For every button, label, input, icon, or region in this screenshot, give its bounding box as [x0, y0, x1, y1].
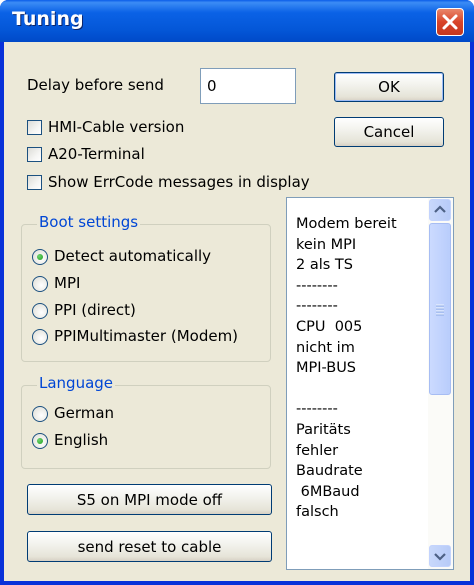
list-item[interactable]: 2 als TS	[296, 255, 428, 276]
boot-ppimultimaster-label: PPIMultimaster (Modem)	[54, 327, 239, 345]
close-button[interactable]	[436, 8, 464, 36]
send-reset-button[interactable]: send reset to cable	[27, 531, 272, 562]
language-group	[21, 385, 271, 469]
scroll-down-icon	[434, 553, 446, 561]
dialog-body: Delay before send OK Cancel HMI-Cable ve…	[4, 42, 470, 581]
language-english-radio[interactable]	[32, 433, 48, 449]
boot-detect-radio[interactable]	[32, 249, 48, 265]
boot-ppi-radio[interactable]	[32, 303, 48, 319]
scroll-down-button[interactable]	[429, 545, 451, 567]
boot-ppi-label: PPI (direct)	[54, 301, 136, 319]
list-item[interactable]: Modem bereit	[296, 214, 428, 235]
ok-button[interactable]: OK	[334, 72, 444, 102]
messages-list: Modem bereit kein MPI 2 als TS -------- ----…	[296, 214, 428, 523]
list-item[interactable]: --------	[296, 296, 428, 317]
language-english-label: English	[54, 431, 109, 449]
show-errcode-label: Show ErrCode messages in display	[48, 173, 310, 191]
hmi-cable-checkbox[interactable]	[27, 120, 42, 135]
scroll-up-button[interactable]	[429, 199, 451, 221]
list-item[interactable]: kein MPI	[296, 235, 428, 256]
radio-selected-dot	[37, 438, 43, 444]
language-german-radio[interactable]	[32, 406, 48, 422]
radio-selected-dot	[37, 254, 43, 260]
a20-terminal-checkbox[interactable]	[27, 147, 42, 162]
scroll-up-icon	[434, 205, 446, 213]
language-title: Language	[37, 374, 116, 392]
list-item[interactable]: Baudrate	[296, 461, 428, 482]
cancel-button[interactable]: Cancel	[334, 117, 444, 147]
delay-label: Delay before send	[27, 76, 164, 94]
window-title: Tuning	[12, 8, 84, 30]
title-bar[interactable]: Tuning	[0, 0, 474, 42]
list-item[interactable]: nicht im	[296, 338, 428, 359]
s5-mpi-mode-button[interactable]: S5 on MPI mode off	[27, 484, 272, 515]
list-item[interactable]: --------	[296, 399, 428, 420]
list-item[interactable]: fehler	[296, 441, 428, 462]
messages-listbox[interactable]: Modem bereit kein MPI 2 als TS -------- ----…	[286, 197, 454, 570]
boot-detect-label: Detect automatically	[54, 247, 212, 265]
list-item[interactable]	[296, 379, 428, 400]
language-german-label: German	[54, 404, 115, 422]
boot-mpi-radio[interactable]	[32, 276, 48, 292]
hmi-cable-label: HMI-Cable version	[48, 118, 185, 136]
show-errcode-checkbox[interactable]	[27, 175, 42, 190]
boot-ppimultimaster-radio[interactable]	[32, 329, 48, 345]
scroll-grip-icon	[436, 304, 444, 316]
list-item[interactable]: MPI-BUS	[296, 358, 428, 379]
scroll-thumb[interactable]	[429, 223, 451, 395]
boot-settings-title: Boot settings	[37, 213, 141, 231]
vertical-scrollbar[interactable]	[428, 198, 453, 569]
list-item[interactable]: CPU 005	[296, 317, 428, 338]
boot-mpi-label: MPI	[54, 274, 81, 292]
close-icon	[442, 14, 458, 30]
list-item[interactable]: Paritäts	[296, 420, 428, 441]
list-item[interactable]: falsch	[296, 502, 428, 523]
a20-terminal-label: A20-Terminal	[48, 145, 145, 163]
tuning-dialog: Tuning Delay before send OK Cancel HMI-C…	[0, 0, 474, 585]
delay-input[interactable]	[200, 68, 296, 104]
list-item[interactable]: --------	[296, 276, 428, 297]
list-item[interactable]: 6MBaud	[296, 482, 428, 503]
